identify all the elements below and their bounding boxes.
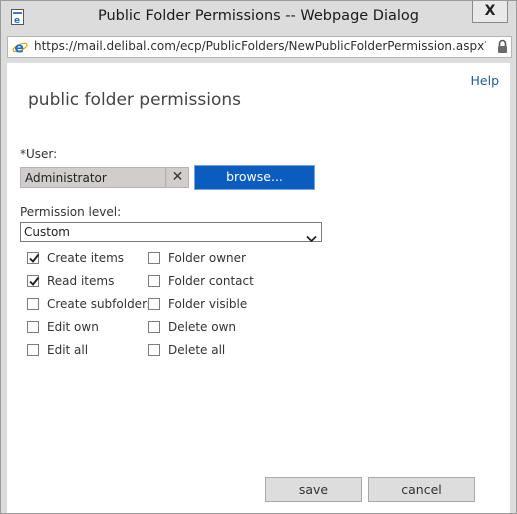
svg-text:e: e bbox=[15, 41, 25, 56]
chevron-down-icon[interactable] bbox=[306, 228, 317, 243]
checkbox-box[interactable] bbox=[27, 275, 40, 287]
page-heading: public folder permissions bbox=[28, 90, 241, 110]
webpage-dialog-window: e Public Folder Permissions -- Webpage D… bbox=[0, 0, 517, 514]
close-button[interactable]: X bbox=[472, 1, 508, 23]
window-title: Public Folder Permissions -- Webpage Dia… bbox=[97, 8, 419, 24]
checkbox-label: Create items bbox=[47, 251, 125, 265]
checkmark-icon bbox=[29, 253, 40, 263]
checkbox-box[interactable] bbox=[27, 298, 39, 310]
clear-user-button[interactable]: ✕ bbox=[166, 167, 189, 188]
cancel-button[interactable]: cancel bbox=[368, 477, 475, 502]
permission-level-select[interactable]: Custom bbox=[20, 222, 322, 243]
lock-icon[interactable] bbox=[497, 39, 508, 54]
checkbox-box[interactable] bbox=[27, 252, 40, 264]
user-label: *User: bbox=[20, 147, 58, 161]
checkbox-box[interactable] bbox=[27, 321, 39, 333]
checkbox-box[interactable] bbox=[27, 344, 39, 356]
checkbox-box[interactable] bbox=[148, 298, 160, 310]
checkbox-label: Create subfolders bbox=[47, 297, 154, 311]
browse-button[interactable]: browse... bbox=[194, 165, 315, 190]
checkbox-box[interactable] bbox=[148, 321, 160, 333]
checkbox-label: Folder owner bbox=[168, 251, 246, 265]
checkbox-box[interactable] bbox=[148, 252, 160, 264]
address-bar[interactable]: e https://mail.delibal.com/ecp/PublicFol… bbox=[7, 36, 512, 58]
save-button[interactable]: save bbox=[265, 477, 362, 502]
checkbox-label: Delete own bbox=[168, 320, 237, 334]
address-url[interactable]: https://mail.delibal.com/ecp/PublicFolde… bbox=[34, 39, 486, 55]
checkbox-label: Delete all bbox=[168, 343, 226, 357]
checkbox-label: Edit all bbox=[47, 343, 89, 357]
internet-explorer-icon: e bbox=[12, 39, 28, 57]
checkbox-box[interactable] bbox=[148, 275, 160, 287]
title-bar: e Public Folder Permissions -- Webpage D… bbox=[1, 1, 516, 34]
user-field[interactable]: Administrator bbox=[20, 167, 166, 188]
permission-level-value: Custom bbox=[24, 225, 70, 239]
user-value: Administrator bbox=[25, 171, 107, 185]
permission-level-label: Permission level: bbox=[20, 205, 122, 219]
checkbox-label: Folder contact bbox=[168, 274, 254, 288]
checkbox-label: Folder visible bbox=[168, 297, 248, 311]
help-link[interactable]: Help bbox=[471, 73, 500, 88]
dialog-content: Help public folder permissions *User: Ad… bbox=[7, 63, 510, 513]
checkbox-label: Read items bbox=[47, 274, 115, 288]
checkmark-icon bbox=[29, 276, 40, 286]
checkbox-box[interactable] bbox=[148, 344, 160, 356]
checkbox-label: Edit own bbox=[47, 320, 99, 334]
